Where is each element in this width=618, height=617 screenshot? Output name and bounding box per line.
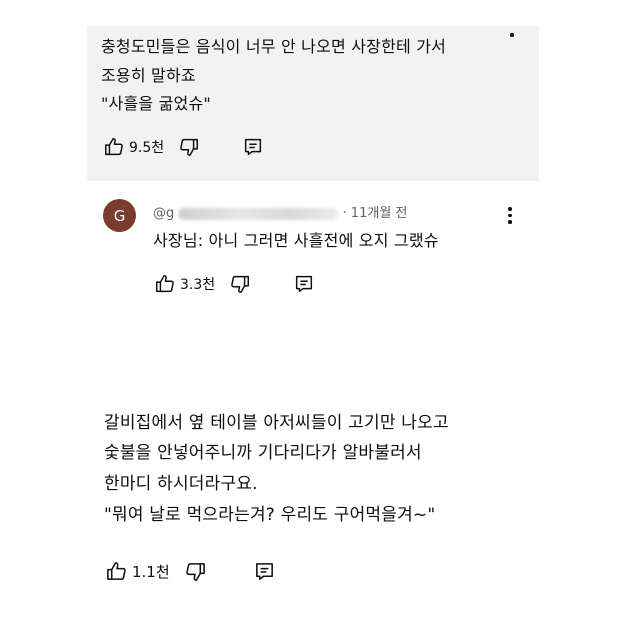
like-count: 1.1천 <box>132 563 170 581</box>
like-count: 9.5천 <box>129 140 165 156</box>
blurred-author-name <box>178 207 339 220</box>
reply-icon[interactable] <box>242 136 264 158</box>
reply-icon[interactable] <box>293 273 315 295</box>
more-options-icon[interactable] <box>510 20 514 37</box>
reply-actions: 3.3천 <box>154 273 315 295</box>
avatar-letter: G <box>113 206 126 225</box>
comment-actions: 1.1천 <box>105 560 276 583</box>
more-options-icon[interactable] <box>508 207 512 224</box>
comment-text-line-4: "뭐여 날로 먹으라는겨? 우리도 구어먹을겨~" <box>104 505 436 525</box>
avatar[interactable]: G <box>103 199 136 232</box>
comment-text-line-1: 갈비집에서 옆 테이블 아저씨들이 고기만 나오고 <box>104 413 449 433</box>
thumbs-down-icon[interactable] <box>184 560 207 583</box>
thumbs-up-icon[interactable] <box>105 560 128 583</box>
reply-text: 사장님: 아니 그러면 사흘전에 오지 그랬슈 <box>153 231 439 250</box>
thumbs-down-icon[interactable] <box>229 273 251 295</box>
comment-text-line-2: 숯불을 안넣어주니까 기다리다가 알바불러서 <box>104 443 422 463</box>
reply-icon[interactable] <box>253 560 276 583</box>
comment-text-line-3: 한마디 하시더라구요. <box>104 474 258 494</box>
thumbs-down-icon[interactable] <box>178 136 200 158</box>
thumbs-up-icon[interactable] <box>154 273 176 295</box>
reply-time: · 11개월 전 <box>342 206 408 221</box>
thumbs-up-icon[interactable] <box>103 136 125 158</box>
comment-text-line-3: "사흘을 굶었슈" <box>101 94 211 113</box>
like-count: 3.3천 <box>180 277 216 293</box>
comment-actions: 9.5천 <box>103 136 264 158</box>
reply-header: @g · 11개월 전 <box>153 202 407 221</box>
reply-author[interactable]: @g <box>153 206 174 221</box>
comment-text-line-1: 충청도민들은 음식이 너무 안 나오면 사장한테 가서 <box>101 37 447 56</box>
comment-text-line-2: 조용히 말하죠 <box>101 66 196 85</box>
